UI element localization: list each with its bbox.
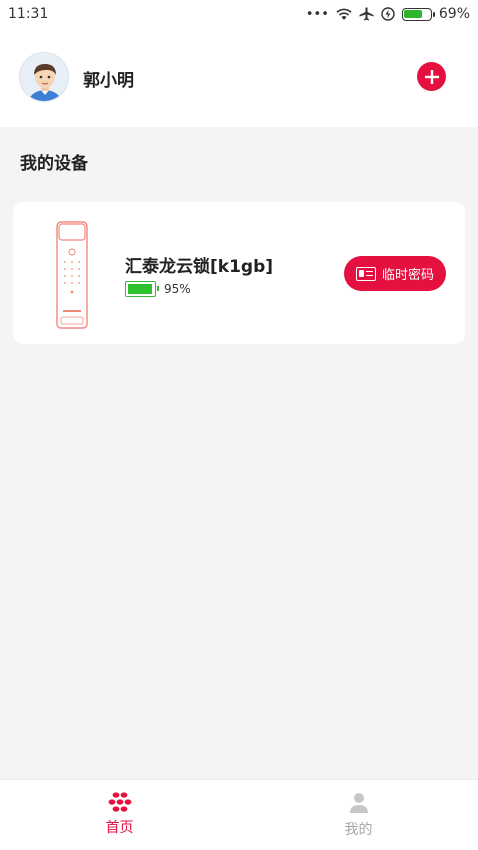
nav-item-mine[interactable]: 我的	[239, 780, 478, 850]
temp-password-button[interactable]: 临时密码	[344, 256, 446, 291]
temp-password-label: 临时密码	[381, 268, 434, 283]
bottom-nav: 首页 我的	[0, 779, 478, 850]
nav-item-home[interactable]: 首页	[0, 780, 239, 850]
device-battery-percent: 95%	[164, 282, 191, 296]
add-device-button[interactable]	[417, 62, 446, 91]
more-dots-icon: •••	[305, 6, 329, 22]
avatar[interactable]	[19, 52, 69, 102]
nav-label-home: 首页	[105, 820, 134, 836]
user-header: 郭小明	[0, 28, 478, 127]
id-card-icon	[355, 266, 376, 281]
user-avatar-icon	[20, 53, 68, 101]
wifi-icon	[336, 8, 352, 20]
airplane-icon	[359, 7, 374, 21]
device-name: 汇泰龙云锁[k1gb]	[125, 257, 274, 277]
device-card[interactable]: 汇泰龙云锁[k1gb] 95% 临时密码	[13, 202, 465, 344]
status-bar: 11:31 ••• 69%	[0, 0, 478, 28]
device-battery-row: 95%	[125, 281, 191, 297]
section-title: 我的设备	[20, 154, 88, 174]
nav-label-mine: 我的	[344, 822, 373, 838]
smart-lock-image	[56, 221, 88, 329]
plus-icon	[424, 69, 439, 84]
home-icon	[108, 792, 131, 812]
status-time: 11:31	[8, 6, 49, 22]
profile-icon	[349, 793, 368, 813]
username: 郭小明	[83, 71, 134, 91]
battery-icon	[401, 7, 435, 21]
charging-icon	[381, 7, 395, 21]
battery-percent: 69%	[438, 6, 470, 22]
status-icons: ••• 69%	[306, 6, 470, 22]
device-battery-icon	[125, 281, 159, 297]
